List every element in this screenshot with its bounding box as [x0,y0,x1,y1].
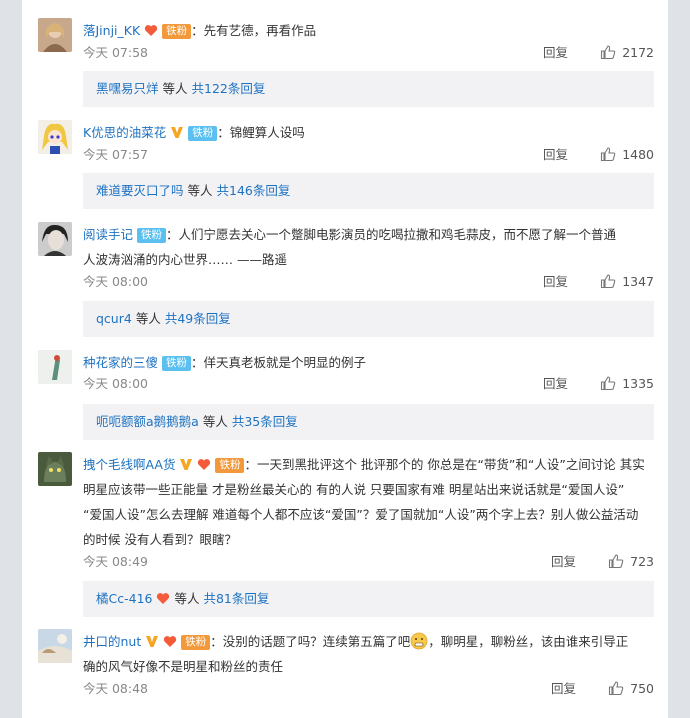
comment-time: 今天 07:58 [83,45,148,60]
fan-badge: 铁粉 [162,24,192,39]
avatar[interactable] [38,452,72,486]
heart-badge-icon [145,25,158,36]
avatar[interactable] [38,350,72,384]
others-label: 等人 [162,81,188,96]
others-label: 等人 [202,414,228,429]
avatar[interactable] [38,120,72,154]
comment-text: ：佯天真老板就是个明显的例子 [191,355,367,370]
like-count: 1480 [622,147,654,162]
heart-badge-icon [157,593,170,604]
others-label: 等人 [187,183,213,198]
comment-time: 今天 08:49 [83,554,148,569]
thumbs-up-icon [601,45,616,60]
fan-badge: 铁粉 [137,228,167,243]
sub-replies: qcur4 等人 共49条回复 [83,301,654,337]
like-count: 1335 [622,376,654,391]
fan-badge: 铁粉 [215,458,245,473]
avatar[interactable] [38,629,72,663]
comment-text-line-2: 明星应该带一些正能量 才是粉丝最关心的 有的人说 只要国家有难 明星站出来说话就… [83,482,625,497]
sub-reply-user[interactable]: 橘Cc-416 [96,591,152,606]
comment-time: 今天 07:57 [83,147,148,162]
comment-time: 今天 08:00 [83,376,148,391]
like-button[interactable]: 1480 [582,144,654,166]
thumbs-up-icon [601,376,616,391]
fan-badge: 铁粉 [181,635,211,650]
avatar[interactable] [38,18,72,52]
sub-reply-user[interactable]: 难道要灭口了吗 [96,183,184,198]
sub-reply-user[interactable]: 呃呃额额a鹅鹅鹅a [96,414,199,429]
like-button[interactable]: 750 [590,678,654,700]
like-button[interactable]: 1347 [582,271,654,293]
thumbs-up-icon [609,681,624,696]
sub-replies: 橘Cc-416 等人 共81条回复 [83,581,654,617]
reply-count-link[interactable]: 共35条回复 [232,414,298,429]
comment-text: ：先有艺德，再看作品 [191,23,317,38]
like-button[interactable]: 1335 [582,373,654,395]
like-count: 1347 [622,274,654,289]
reply-button[interactable]: 回复 [551,551,576,573]
fan-badge: 铁粉 [162,356,192,371]
thumbs-up-icon [601,274,616,289]
others-label: 等人 [174,591,200,606]
heart-badge-icon [164,636,177,647]
thumbs-up-icon [601,147,616,162]
like-button[interactable]: 723 [590,551,654,573]
comment-text-line-4: 的时候 没有人看到？眼瞎？ [83,532,237,547]
sub-replies: 呃呃额额a鹅鹅鹅a 等人 共35条回复 [83,404,654,440]
username[interactable]: 种花家的三傻 [83,355,158,370]
grimace-emoji-icon [410,632,428,650]
username[interactable]: 阅读手记 [83,227,133,242]
verified-v-icon [180,459,193,470]
username[interactable]: 井口的nut [83,634,141,649]
username[interactable]: 拽个毛线啊AA货 [83,457,175,472]
like-button[interactable]: 2172 [582,42,654,64]
comment-time: 今天 08:00 [83,274,148,289]
reply-button[interactable]: 回复 [551,678,576,700]
sub-reply-user[interactable]: qcur4 [96,311,132,326]
comment-text: ：一天到黑批评这个 批评那个的 你总是在“带货”和“人设”之间讨论 其实 [244,457,645,472]
avatar[interactable] [38,222,72,256]
reply-count-link[interactable]: 共122条回复 [192,81,266,96]
comment-text: ：没别的话题了吗？连续第五篇了吧 [210,634,411,649]
comments-panel: 落Jinji_KK 铁粉 ：先有艺德，再看作品 今天 07:58 回复 2172 黑… [22,0,668,718]
heart-badge-icon [198,459,211,470]
comment-text-line-3: “爱国人设”怎么去理解 难道每个人都不应该“爱国”？爱了国就加“人设”两个字上去… [83,507,639,522]
reply-button[interactable]: 回复 [543,373,568,395]
like-count: 750 [630,681,654,696]
comment-text-after-emoji: ，聊明星，聊粉丝，该由谁来引导正 [428,634,629,649]
sub-replies: 难道要灭口了吗 等人 共146条回复 [83,173,654,209]
comment-text: ：锦鲤算人设吗 [217,125,305,140]
comment-time: 今天 08:48 [83,681,148,696]
sub-replies: 黑嘿易只烊 等人 共122条回复 [83,71,654,107]
reply-button[interactable]: 回复 [543,144,568,166]
comment-text-line-2: 人波涛汹涌的内心世界…… ——路遥 [83,252,287,267]
reply-count-link[interactable]: 共146条回复 [217,183,291,198]
username[interactable]: K优思的油菜花 [83,125,166,140]
others-label: 等人 [135,311,161,326]
verified-v-icon [171,127,184,138]
reply-count-link[interactable]: 共81条回复 [203,591,269,606]
comment-text: ：人们宁愿去关心一个蹩脚电影演员的吃喝拉撒和鸡毛蒜皮，而不愿了解一个普通 [166,227,617,242]
reply-button[interactable]: 回复 [543,271,568,293]
thumbs-up-icon [609,554,624,569]
username[interactable]: 落Jinji_KK [83,23,140,38]
like-count: 2172 [622,45,654,60]
reply-button[interactable]: 回复 [543,42,568,64]
verified-v-icon [146,636,159,647]
comment-text-line-2: 确的风气好像不是明星和粉丝的责任 [83,659,284,674]
reply-count-link[interactable]: 共49条回复 [165,311,231,326]
fan-badge: 铁粉 [188,126,218,141]
like-count: 723 [630,554,654,569]
sub-reply-user[interactable]: 黑嘿易只烊 [96,81,159,96]
